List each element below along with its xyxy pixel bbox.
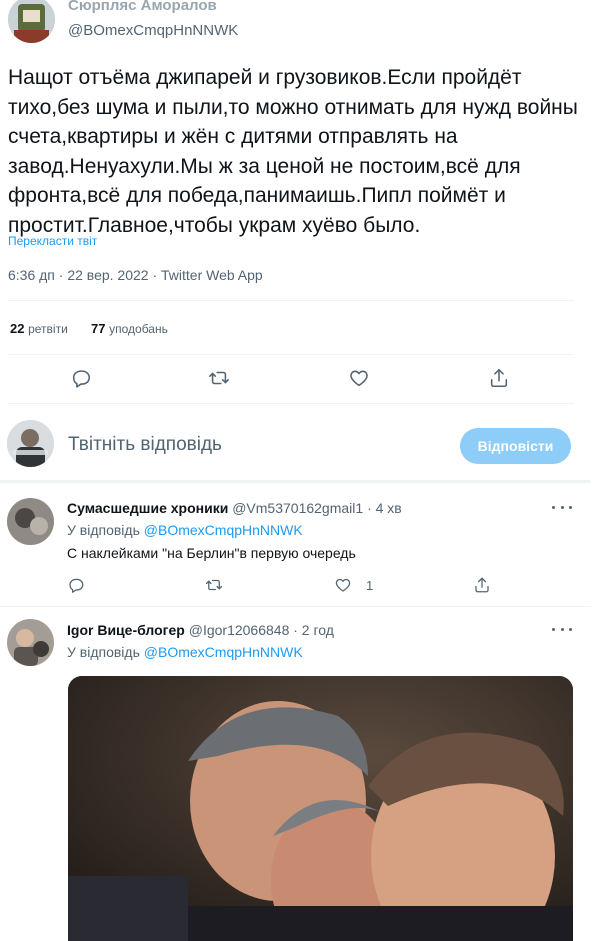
- reply-author-avatar[interactable]: [7, 498, 54, 545]
- author-name[interactable]: Сюрпляс Аморалов: [68, 0, 217, 14]
- tweet-timestamp[interactable]: 6:36 дп · 22 вер. 2022 · Twitter Web App: [8, 267, 263, 283]
- author-handle[interactable]: @BOmexCmqpHnNNWK: [68, 22, 238, 39]
- reply-text: С наклейками "на Берлин"в первую очередь: [67, 545, 356, 561]
- reply-author-handle[interactable]: @Igor12066848: [189, 622, 290, 638]
- reply-header: Сумасшедшие хроники @Vm5370162gmail1 · 4…: [67, 500, 402, 516]
- likes-label: уподобань: [109, 322, 168, 336]
- user-avatar[interactable]: [7, 420, 54, 467]
- tweet-stats: 22 ретвіти 77 уподобань: [10, 321, 168, 336]
- reply-icon[interactable]: [67, 576, 85, 599]
- reply-context: У відповідь @BOmexCmqpHnNNWK: [67, 522, 303, 538]
- reply-time[interactable]: · 2 год: [293, 622, 334, 638]
- reply-icon[interactable]: [70, 367, 92, 389]
- reply-context-prefix: У відповідь: [67, 644, 140, 660]
- retweet-icon[interactable]: [205, 576, 223, 599]
- divider: [0, 606, 590, 607]
- translate-tweet-link[interactable]: Перекласти твіт: [8, 234, 97, 248]
- retweets-stat[interactable]: 22 ретвіти: [10, 321, 71, 336]
- reply-author-name[interactable]: Igor Вице-блогер: [67, 622, 185, 638]
- like-icon[interactable]: [334, 576, 352, 599]
- reply-author-name[interactable]: Сумасшедшие хроники: [67, 500, 228, 516]
- reply-button[interactable]: Відповісти: [460, 428, 571, 464]
- reply-author-handle[interactable]: @Vm5370162gmail1: [232, 500, 363, 516]
- retweets-count: 22: [10, 321, 25, 336]
- more-options-icon[interactable]: [552, 628, 572, 634]
- reply-author-avatar[interactable]: [7, 619, 54, 666]
- reply-to-handle[interactable]: @BOmexCmqpHnNNWK: [144, 644, 303, 660]
- share-icon[interactable]: [473, 576, 491, 599]
- divider: [8, 403, 574, 404]
- retweets-label: ретвіти: [28, 322, 68, 336]
- reply-context: У відповідь @BOmexCmqpHnNNWK: [67, 644, 303, 660]
- like-icon[interactable]: [348, 367, 370, 389]
- reply-to-handle[interactable]: @BOmexCmqpHnNNWK: [144, 522, 303, 538]
- author-avatar[interactable]: [8, 0, 55, 43]
- share-icon[interactable]: [488, 367, 510, 389]
- reply-header: Igor Вице-блогер @Igor12066848 · 2 год: [67, 622, 334, 638]
- retweet-icon[interactable]: [208, 367, 230, 389]
- reply-time[interactable]: · 4 хв: [367, 500, 402, 516]
- divider: [8, 300, 574, 301]
- reply-input[interactable]: Твітніть відповідь: [68, 434, 222, 456]
- more-options-icon[interactable]: [552, 506, 572, 512]
- divider: [8, 354, 574, 355]
- tweet-text: Нащот отъёма джипарей и грузовиков.Если …: [8, 66, 578, 237]
- likes-count: 77: [91, 321, 106, 336]
- likes-stat[interactable]: 77 уподобань: [91, 321, 168, 336]
- reply-photo[interactable]: [68, 676, 573, 941]
- divider: [0, 480, 590, 483]
- reply-context-prefix: У відповідь: [67, 522, 140, 538]
- like-count: 1: [366, 578, 374, 593]
